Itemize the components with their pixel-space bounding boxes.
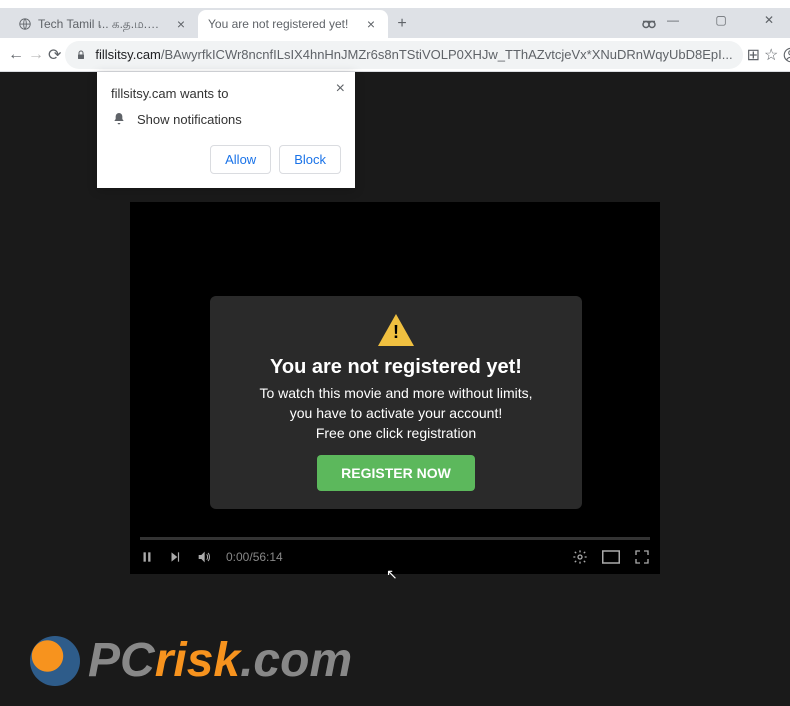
url-text: fillsitsy.cam/BAwyrfkICWr8ncnfILsIX4hnHn… bbox=[95, 47, 732, 62]
player-controls: 0:00/56:14 bbox=[130, 540, 660, 574]
account-icon[interactable] bbox=[782, 41, 790, 69]
toolbar: ← → ⟳ fillsitsy.cam/BAwyrfkICWr8ncnfILsI… bbox=[0, 38, 790, 72]
tab-title: You are not registered yet! bbox=[208, 17, 358, 31]
settings-icon[interactable] bbox=[572, 549, 588, 565]
watermark-text: PCrisk.com bbox=[88, 633, 352, 688]
overlay-free-text: Free one click registration bbox=[230, 425, 562, 441]
volume-icon[interactable] bbox=[196, 549, 212, 565]
time-display: 0:00/56:14 bbox=[226, 550, 283, 564]
permission-row: Show notifications bbox=[111, 111, 341, 127]
browser-window: — ▢ ✕ Tech Tamil เ.. க.த.ம.ழ Tips And × … bbox=[0, 0, 790, 706]
overlay-line2: you have to activate your account! bbox=[230, 405, 562, 421]
window-controls: — ▢ ✕ bbox=[658, 10, 784, 30]
close-icon[interactable]: × bbox=[336, 80, 345, 98]
bell-icon bbox=[111, 111, 127, 127]
fullscreen-icon[interactable] bbox=[634, 549, 650, 565]
allow-button[interactable]: Allow bbox=[210, 145, 271, 174]
block-button[interactable]: Block bbox=[279, 145, 341, 174]
overlay-title: You are not registered yet! bbox=[230, 356, 562, 379]
apps-icon[interactable]: ⊞ bbox=[747, 41, 760, 69]
forward-button[interactable]: → bbox=[28, 41, 44, 69]
reload-button[interactable]: ⟳ bbox=[48, 41, 61, 69]
prompt-title: fillsitsy.cam wants to bbox=[111, 86, 341, 101]
tab-1[interactable]: Tech Tamil เ.. க.த.ம.ழ Tips And × bbox=[8, 10, 198, 38]
page-content: × fillsitsy.cam wants to Show notificati… bbox=[0, 72, 790, 706]
incognito-icon bbox=[640, 14, 658, 32]
warning-icon bbox=[378, 314, 414, 346]
maximize-button[interactable]: ▢ bbox=[706, 10, 736, 30]
notification-prompt: × fillsitsy.cam wants to Show notificati… bbox=[97, 72, 355, 188]
back-button[interactable]: ← bbox=[8, 41, 24, 69]
overlay-line1: To watch this movie and more without lim… bbox=[230, 385, 562, 401]
pause-icon[interactable] bbox=[140, 550, 154, 564]
lock-icon bbox=[75, 49, 87, 61]
close-tab-icon[interactable]: × bbox=[174, 17, 188, 31]
register-now-button[interactable]: REGISTER NOW bbox=[317, 455, 475, 491]
theater-icon[interactable] bbox=[602, 550, 620, 564]
pcrisk-logo-icon bbox=[30, 636, 80, 686]
tab-title: Tech Tamil เ.. க.த.ம.ழ Tips And bbox=[38, 15, 168, 34]
video-player: You are not registered yet! To watch thi… bbox=[130, 202, 660, 574]
minimize-button[interactable]: — bbox=[658, 10, 688, 30]
tab-2-active[interactable]: You are not registered yet! × bbox=[198, 10, 388, 38]
next-icon[interactable] bbox=[168, 550, 182, 564]
prompt-buttons: Allow Block bbox=[111, 145, 341, 174]
globe-icon bbox=[18, 17, 32, 31]
registration-overlay: You are not registered yet! To watch thi… bbox=[210, 296, 582, 509]
close-window-button[interactable]: ✕ bbox=[754, 10, 784, 30]
close-tab-icon[interactable]: × bbox=[364, 17, 378, 31]
permission-label: Show notifications bbox=[137, 112, 242, 127]
address-bar[interactable]: fillsitsy.cam/BAwyrfkICWr8ncnfILsIX4hnHn… bbox=[65, 41, 742, 69]
watermark: PCrisk.com bbox=[30, 633, 352, 688]
bookmark-star-icon[interactable]: ☆ bbox=[764, 41, 778, 69]
new-tab-button[interactable]: + bbox=[388, 10, 416, 38]
